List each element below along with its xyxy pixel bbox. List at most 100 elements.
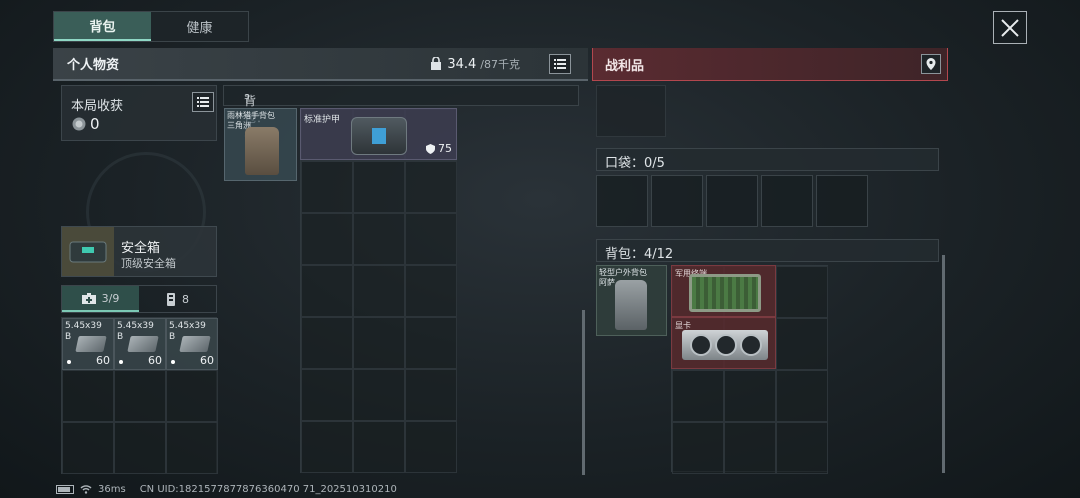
ammo-count: 60 [200,354,214,367]
grid-slot[interactable] [405,421,457,473]
list-icon [197,97,209,107]
rarity-dot [67,360,71,364]
grid-slot[interactable] [405,317,457,369]
grid-slot[interactable] [301,317,353,369]
tab-medical[interactable]: 3/9 [62,286,139,312]
ammo-box-icon [179,336,211,352]
sort-button[interactable] [549,54,571,74]
grid-slot[interactable] [776,422,828,474]
gpu-item[interactable]: 显卡 [671,317,776,369]
help-icon[interactable]: ? [244,92,250,106]
backpack-capacity: 背包：3/21 ? [234,89,271,140]
grid-slot[interactable] [405,161,457,213]
wifi-icon [80,485,92,494]
weight-readout: 34.4/87千克 [429,56,520,72]
grid-slot[interactable] [405,369,457,421]
uid: CN UID:1821577877876360470 71_2025103102… [139,484,397,495]
pocket-capacity: 口袋：0/5 [605,156,665,171]
magazine-icon [167,292,175,306]
round-gain-number: 0 [90,115,100,133]
grid-slot[interactable] [776,318,828,370]
grid-slot[interactable] [353,317,405,369]
rarity-dot [119,360,123,364]
grid-slot[interactable] [405,265,457,317]
fan-icon [740,334,762,356]
grid-slot[interactable] [301,213,353,265]
ammo-item[interactable]: 5.45x39 B 60 [62,318,114,370]
tab-health[interactable]: 健康 [151,12,248,41]
empty-slot[interactable] [166,422,218,474]
grid-slot[interactable] [353,213,405,265]
fan-icon [715,334,737,356]
loot-scrollbar[interactable] [942,255,945,473]
ammo-item[interactable]: 5.45x39 B 60 [166,318,218,370]
tab-medical-count: 3/9 [101,291,120,305]
loot-container-thumb[interactable] [596,85,666,137]
status-bar: 36ms CN UID:1821577877876360470 71_20251… [56,484,397,495]
grid-slot[interactable] [301,265,353,317]
ammo-count: 60 [148,354,162,367]
empty-slot[interactable] [114,370,166,422]
grid-slot[interactable] [353,265,405,317]
pocket-slot[interactable] [596,175,648,227]
personal-header: 个人物资 34.4/87千克 [53,48,588,81]
grid-slot[interactable] [301,369,353,421]
round-gain-label: 本局收获 [71,99,124,114]
empty-slot[interactable] [62,422,114,474]
personal-title: 个人物资 [67,58,120,73]
grid-slot[interactable] [353,369,405,421]
empty-slot[interactable] [166,370,218,422]
equipped-backpack[interactable]: 雨林猎手背包 三角洲 [224,108,297,181]
pocket-slot[interactable] [706,175,758,227]
fan-icon [690,334,712,356]
grid-slot[interactable] [776,370,828,422]
list-icon [554,59,566,69]
safe-box-tier: 顶级安全箱 [121,257,176,270]
grid-slot[interactable] [301,161,353,213]
grid-slot[interactable] [776,266,828,318]
battery-icon [56,485,74,494]
close-button[interactable] [993,11,1027,44]
round-gain-box: 本局收获 0 [61,85,217,141]
ammo-box-icon [127,336,159,352]
empty-slot[interactable] [114,422,166,474]
safe-box[interactable]: 安全箱 顶级安全箱 [61,226,217,277]
grid-slot[interactable] [353,161,405,213]
round-gain-list-button[interactable] [192,92,214,112]
grid-slot[interactable] [724,422,776,474]
backpack-scrollbar[interactable] [582,310,585,475]
safe-box-name: 安全箱 [121,241,161,256]
grid-slot[interactable] [672,370,724,422]
armor-durability: 75 [426,142,452,155]
loot-backpack[interactable]: 轻型户外背包 阿萨 [596,265,667,336]
grid-slot[interactable] [353,421,405,473]
tab-backpack[interactable]: 背包 [54,12,151,41]
armor-item[interactable]: 标准护甲 75 [300,108,457,160]
weight-icon [431,57,442,70]
ping: 36ms [98,484,126,495]
grid-slot[interactable] [724,370,776,422]
empty-slot[interactable] [62,370,114,422]
pocket-slot[interactable] [651,175,703,227]
close-icon [1001,18,1019,37]
coin-icon [72,117,86,131]
pocket-slot[interactable] [761,175,813,227]
armor-name: 标准护甲 [304,115,341,125]
backpack-icon [245,127,279,175]
pocket-slot[interactable] [816,175,868,227]
loot-backpack-capacity-bar: 背包：4/12 [596,239,939,262]
location-pin-icon [926,58,936,70]
ammo-item[interactable]: 5.45x39 B 60 [114,318,166,370]
location-button[interactable] [921,54,941,74]
ammo-count: 60 [96,354,110,367]
grid-slot[interactable] [672,422,724,474]
ammo-pouch-grid: 5.45x39 B 60 5.45x39 B 60 5.45x39 B 60 [61,317,218,474]
tab-magazine[interactable]: 8 [139,286,216,312]
round-gain-value: 0 [72,115,100,133]
top-tabs: 背包 健康 [53,11,249,42]
grid-slot[interactable] [405,213,457,265]
military-terminal-item[interactable]: 军用终端 [671,265,776,317]
terminal-icon [689,274,761,312]
grid-slot[interactable] [301,421,353,473]
weight-max: /87千克 [480,58,520,71]
